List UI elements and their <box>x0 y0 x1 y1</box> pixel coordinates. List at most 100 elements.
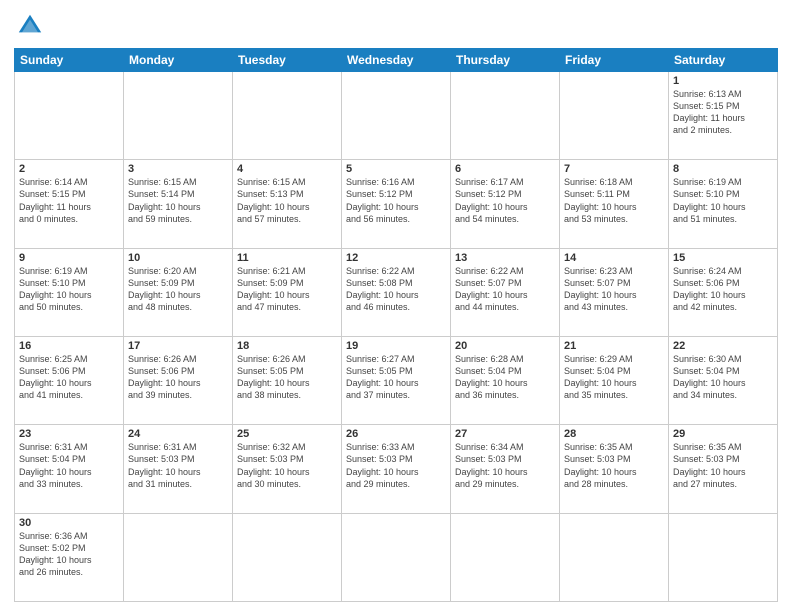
day-info: Sunrise: 6:35 AM Sunset: 5:03 PM Dayligh… <box>564 441 664 490</box>
calendar-week-1: 2Sunrise: 6:14 AM Sunset: 5:15 PM Daylig… <box>15 160 778 248</box>
calendar-cell <box>124 513 233 601</box>
calendar-header-row: SundayMondayTuesdayWednesdayThursdayFrid… <box>15 49 778 72</box>
calendar-table: SundayMondayTuesdayWednesdayThursdayFrid… <box>14 48 778 602</box>
calendar-week-0: 1Sunrise: 6:13 AM Sunset: 5:15 PM Daylig… <box>15 72 778 160</box>
day-info: Sunrise: 6:28 AM Sunset: 5:04 PM Dayligh… <box>455 353 555 402</box>
calendar-cell: 25Sunrise: 6:32 AM Sunset: 5:03 PM Dayli… <box>233 425 342 513</box>
calendar-week-3: 16Sunrise: 6:25 AM Sunset: 5:06 PM Dayli… <box>15 336 778 424</box>
logo <box>14 10 50 42</box>
day-number: 28 <box>564 428 664 440</box>
calendar-cell <box>124 72 233 160</box>
day-info: Sunrise: 6:18 AM Sunset: 5:11 PM Dayligh… <box>564 176 664 225</box>
calendar-cell: 5Sunrise: 6:16 AM Sunset: 5:12 PM Daylig… <box>342 160 451 248</box>
calendar-cell: 7Sunrise: 6:18 AM Sunset: 5:11 PM Daylig… <box>560 160 669 248</box>
calendar-header-tuesday: Tuesday <box>233 49 342 72</box>
day-number: 26 <box>346 428 446 440</box>
calendar-cell: 23Sunrise: 6:31 AM Sunset: 5:04 PM Dayli… <box>15 425 124 513</box>
calendar-cell: 26Sunrise: 6:33 AM Sunset: 5:03 PM Dayli… <box>342 425 451 513</box>
calendar-cell: 3Sunrise: 6:15 AM Sunset: 5:14 PM Daylig… <box>124 160 233 248</box>
header <box>14 10 778 42</box>
day-number: 5 <box>346 163 446 175</box>
calendar-page: SundayMondayTuesdayWednesdayThursdayFrid… <box>0 0 792 612</box>
calendar-cell <box>342 72 451 160</box>
day-info: Sunrise: 6:19 AM Sunset: 5:10 PM Dayligh… <box>19 265 119 314</box>
day-info: Sunrise: 6:26 AM Sunset: 5:05 PM Dayligh… <box>237 353 337 402</box>
day-number: 29 <box>673 428 773 440</box>
day-number: 30 <box>19 517 119 529</box>
day-number: 9 <box>19 252 119 264</box>
day-number: 11 <box>237 252 337 264</box>
logo-icon <box>14 10 46 42</box>
calendar-cell: 18Sunrise: 6:26 AM Sunset: 5:05 PM Dayli… <box>233 336 342 424</box>
day-number: 24 <box>128 428 228 440</box>
day-number: 1 <box>673 75 773 87</box>
day-number: 15 <box>673 252 773 264</box>
calendar-cell: 17Sunrise: 6:26 AM Sunset: 5:06 PM Dayli… <box>124 336 233 424</box>
day-number: 23 <box>19 428 119 440</box>
calendar-cell: 15Sunrise: 6:24 AM Sunset: 5:06 PM Dayli… <box>669 248 778 336</box>
day-number: 17 <box>128 340 228 352</box>
calendar-cell: 24Sunrise: 6:31 AM Sunset: 5:03 PM Dayli… <box>124 425 233 513</box>
day-info: Sunrise: 6:29 AM Sunset: 5:04 PM Dayligh… <box>564 353 664 402</box>
calendar-cell: 22Sunrise: 6:30 AM Sunset: 5:04 PM Dayli… <box>669 336 778 424</box>
calendar-cell: 9Sunrise: 6:19 AM Sunset: 5:10 PM Daylig… <box>15 248 124 336</box>
calendar-cell <box>451 72 560 160</box>
day-number: 18 <box>237 340 337 352</box>
day-number: 19 <box>346 340 446 352</box>
day-info: Sunrise: 6:13 AM Sunset: 5:15 PM Dayligh… <box>673 88 773 137</box>
day-number: 27 <box>455 428 555 440</box>
calendar-cell <box>560 513 669 601</box>
day-number: 4 <box>237 163 337 175</box>
day-info: Sunrise: 6:20 AM Sunset: 5:09 PM Dayligh… <box>128 265 228 314</box>
day-number: 13 <box>455 252 555 264</box>
day-info: Sunrise: 6:15 AM Sunset: 5:13 PM Dayligh… <box>237 176 337 225</box>
calendar-cell: 1Sunrise: 6:13 AM Sunset: 5:15 PM Daylig… <box>669 72 778 160</box>
calendar-cell: 20Sunrise: 6:28 AM Sunset: 5:04 PM Dayli… <box>451 336 560 424</box>
calendar-cell: 8Sunrise: 6:19 AM Sunset: 5:10 PM Daylig… <box>669 160 778 248</box>
day-info: Sunrise: 6:31 AM Sunset: 5:04 PM Dayligh… <box>19 441 119 490</box>
day-number: 21 <box>564 340 664 352</box>
day-info: Sunrise: 6:21 AM Sunset: 5:09 PM Dayligh… <box>237 265 337 314</box>
day-number: 16 <box>19 340 119 352</box>
day-number: 10 <box>128 252 228 264</box>
day-info: Sunrise: 6:24 AM Sunset: 5:06 PM Dayligh… <box>673 265 773 314</box>
day-info: Sunrise: 6:27 AM Sunset: 5:05 PM Dayligh… <box>346 353 446 402</box>
day-number: 14 <box>564 252 664 264</box>
calendar-cell: 14Sunrise: 6:23 AM Sunset: 5:07 PM Dayli… <box>560 248 669 336</box>
calendar-cell <box>669 513 778 601</box>
calendar-cell: 30Sunrise: 6:36 AM Sunset: 5:02 PM Dayli… <box>15 513 124 601</box>
calendar-cell: 19Sunrise: 6:27 AM Sunset: 5:05 PM Dayli… <box>342 336 451 424</box>
calendar-cell <box>233 72 342 160</box>
calendar-cell <box>342 513 451 601</box>
calendar-cell: 10Sunrise: 6:20 AM Sunset: 5:09 PM Dayli… <box>124 248 233 336</box>
day-info: Sunrise: 6:16 AM Sunset: 5:12 PM Dayligh… <box>346 176 446 225</box>
day-number: 7 <box>564 163 664 175</box>
day-info: Sunrise: 6:31 AM Sunset: 5:03 PM Dayligh… <box>128 441 228 490</box>
calendar-header-sunday: Sunday <box>15 49 124 72</box>
day-number: 8 <box>673 163 773 175</box>
calendar-cell <box>15 72 124 160</box>
day-number: 22 <box>673 340 773 352</box>
calendar-cell: 29Sunrise: 6:35 AM Sunset: 5:03 PM Dayli… <box>669 425 778 513</box>
day-info: Sunrise: 6:23 AM Sunset: 5:07 PM Dayligh… <box>564 265 664 314</box>
calendar-cell <box>451 513 560 601</box>
day-info: Sunrise: 6:19 AM Sunset: 5:10 PM Dayligh… <box>673 176 773 225</box>
day-info: Sunrise: 6:22 AM Sunset: 5:08 PM Dayligh… <box>346 265 446 314</box>
day-info: Sunrise: 6:26 AM Sunset: 5:06 PM Dayligh… <box>128 353 228 402</box>
day-info: Sunrise: 6:35 AM Sunset: 5:03 PM Dayligh… <box>673 441 773 490</box>
calendar-cell <box>560 72 669 160</box>
day-info: Sunrise: 6:22 AM Sunset: 5:07 PM Dayligh… <box>455 265 555 314</box>
day-info: Sunrise: 6:33 AM Sunset: 5:03 PM Dayligh… <box>346 441 446 490</box>
day-info: Sunrise: 6:30 AM Sunset: 5:04 PM Dayligh… <box>673 353 773 402</box>
calendar-header-saturday: Saturday <box>669 49 778 72</box>
calendar-cell: 27Sunrise: 6:34 AM Sunset: 5:03 PM Dayli… <box>451 425 560 513</box>
calendar-cell: 6Sunrise: 6:17 AM Sunset: 5:12 PM Daylig… <box>451 160 560 248</box>
calendar-week-4: 23Sunrise: 6:31 AM Sunset: 5:04 PM Dayli… <box>15 425 778 513</box>
calendar-week-5: 30Sunrise: 6:36 AM Sunset: 5:02 PM Dayli… <box>15 513 778 601</box>
calendar-cell: 2Sunrise: 6:14 AM Sunset: 5:15 PM Daylig… <box>15 160 124 248</box>
calendar-header-monday: Monday <box>124 49 233 72</box>
calendar-week-2: 9Sunrise: 6:19 AM Sunset: 5:10 PM Daylig… <box>15 248 778 336</box>
calendar-cell: 11Sunrise: 6:21 AM Sunset: 5:09 PM Dayli… <box>233 248 342 336</box>
calendar-cell: 21Sunrise: 6:29 AM Sunset: 5:04 PM Dayli… <box>560 336 669 424</box>
calendar-header-wednesday: Wednesday <box>342 49 451 72</box>
